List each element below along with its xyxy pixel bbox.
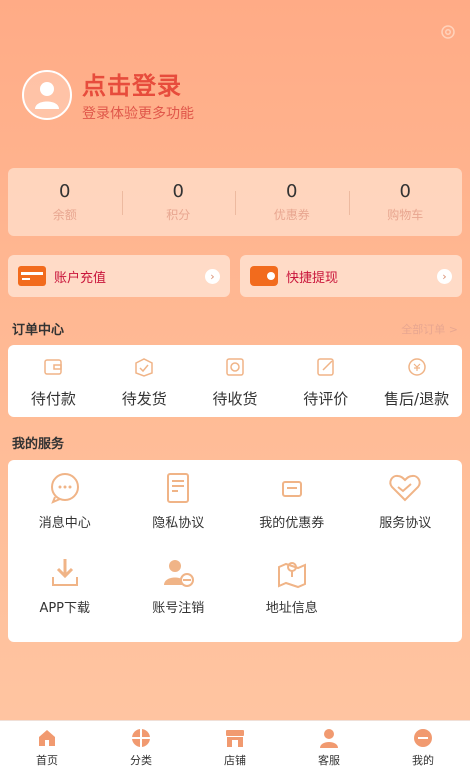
download-icon (51, 559, 78, 586)
order-center-card: 待付款 待发货 待收货 待评价 售后/退款 (8, 345, 462, 417)
tab-label: 分类 (130, 754, 152, 767)
service-privacy-policy[interactable]: 隐私协议 (122, 470, 236, 531)
order-center-title: 订单中心 (12, 323, 65, 338)
service-account-cancel[interactable]: 账号注销 (122, 555, 236, 616)
order-label: 待评价 (303, 389, 349, 408)
coupon-icon (281, 481, 302, 497)
category-icon (132, 729, 150, 747)
service-label: 账号注销 (152, 601, 205, 616)
tab-label: 客服 (318, 754, 340, 767)
service-my-coupons[interactable]: 我的优惠券 (235, 470, 349, 531)
stat-value: 0 (286, 181, 298, 202)
wallet-icon (250, 266, 278, 286)
handshake-heart-icon (389, 474, 421, 502)
tab-label: 店铺 (224, 754, 246, 767)
bottom-tab-bar: 首页 分类 店铺 客服 我的 (0, 720, 470, 773)
profile-icon (414, 729, 432, 747)
avatar[interactable] (22, 69, 72, 120)
tab-service[interactable]: 客服 (282, 721, 376, 773)
settings-button[interactable] (438, 22, 458, 42)
package-icon (135, 357, 153, 377)
stat-points[interactable]: 0 积分 (121, 181, 236, 223)
service-label: 隐私协议 (152, 516, 205, 531)
all-orders-link[interactable]: 全部订单 > (401, 321, 458, 337)
edit-icon (317, 357, 334, 376)
tab-store[interactable]: 店铺 (188, 721, 282, 773)
user-cancel-icon (164, 560, 195, 587)
service-message-center[interactable]: 消息中心 (8, 470, 122, 531)
refund-icon (407, 357, 426, 376)
login-subtitle: 登录体验更多功能 (82, 106, 194, 122)
order-pending-receipt[interactable]: 待收货 (190, 354, 281, 409)
order-pending-review[interactable]: 待评价 (280, 354, 371, 409)
tab-label: 我的 (412, 754, 434, 767)
customer-service-icon (320, 729, 338, 748)
stat-label: 积分 (166, 208, 191, 222)
clock-box-icon (226, 357, 244, 376)
service-label: 服务协议 (379, 516, 432, 531)
chevron-right-icon: › (437, 268, 452, 284)
account-stats: 0 余额 0 积分 0 优惠券 0 购物车 (8, 168, 462, 236)
service-app-download[interactable]: APP下载 (8, 555, 122, 616)
services-header: 我的服务 (12, 433, 458, 452)
withdraw-label: 快捷提现 (286, 270, 339, 286)
stat-value: 0 (172, 181, 184, 202)
message-icon (50, 473, 79, 504)
stat-value: 0 (399, 181, 411, 202)
order-label: 售后/退款 (384, 389, 450, 408)
tab-label: 首页 (36, 754, 58, 767)
services-title: 我的服务 (12, 437, 65, 452)
service-label: 地址信息 (265, 601, 318, 616)
map-pin-icon (277, 562, 306, 589)
stat-coupons[interactable]: 0 优惠券 (235, 181, 349, 223)
order-pending-payment[interactable]: 待付款 (8, 354, 99, 409)
service-address[interactable]: 地址信息 (235, 555, 349, 616)
service-label: 消息中心 (38, 516, 91, 531)
service-agreement[interactable]: 服务协议 (349, 470, 463, 531)
stat-balance[interactable]: 0 余额 (8, 181, 122, 223)
recharge-label: 账户充值 (54, 270, 107, 286)
stat-label: 购物车 (387, 208, 424, 222)
card-icon (18, 266, 46, 286)
order-label: 待发货 (121, 389, 167, 408)
stat-cart[interactable]: 0 购物车 (348, 181, 463, 223)
login-header[interactable]: 点击登录 登录体验更多功能 (22, 66, 194, 123)
stat-label: 优惠券 (273, 208, 310, 222)
chevron-right-icon: › (205, 268, 220, 284)
service-label: APP下载 (39, 601, 91, 616)
services-card: 消息中心 隐私协议 我的优惠券 服务协议 APP下载 账号注销 地址信息 (8, 460, 462, 642)
wallet-icon (44, 358, 63, 375)
stat-label: 余额 (52, 208, 77, 222)
order-label: 待收货 (212, 389, 258, 408)
user-icon (35, 81, 59, 109)
store-icon (226, 730, 244, 747)
tab-home[interactable]: 首页 (0, 721, 94, 773)
order-label: 待付款 (30, 389, 76, 408)
order-center-header: 订单中心 全部订单 > (12, 319, 458, 339)
service-label: 我的优惠券 (259, 516, 325, 531)
login-title[interactable]: 点击登录 (82, 66, 194, 101)
withdraw-button[interactable]: 快捷提现 › (240, 255, 462, 297)
gear-icon (441, 25, 455, 39)
tab-category[interactable]: 分类 (94, 721, 188, 773)
order-after-sales[interactable]: 售后/退款 (371, 354, 462, 409)
stat-value: 0 (59, 181, 71, 202)
document-icon (167, 473, 190, 503)
recharge-button[interactable]: 账户充值 › (8, 255, 230, 297)
home-icon (39, 730, 55, 746)
order-pending-shipment[interactable]: 待发货 (99, 354, 190, 409)
tab-mine[interactable]: 我的 (376, 721, 470, 773)
